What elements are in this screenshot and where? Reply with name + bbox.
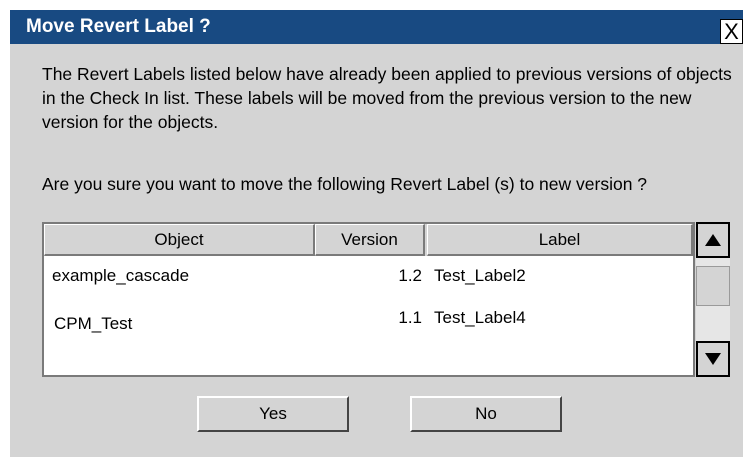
scroll-thumb[interactable] <box>696 266 730 306</box>
cell-object: CPM_Test <box>54 314 133 333</box>
move-revert-label-dialog: Move Revert Label ? X The Revert Labels … <box>10 10 743 457</box>
cell-version: 1.1 <box>398 308 422 327</box>
table-row[interactable]: CPM_Test 1.1 Test_Label4 <box>44 304 693 333</box>
revert-label-table: Object Version Label example_cascade 1.2… <box>42 222 695 377</box>
arrow-up-icon <box>705 234 721 246</box>
dialog-title: Move Revert Label ? <box>26 16 211 37</box>
cell-object: example_cascade <box>52 266 190 285</box>
scroll-down-button[interactable] <box>696 341 730 377</box>
question-text: Are you sure you want to move the follow… <box>42 174 648 194</box>
no-button[interactable]: No <box>410 396 562 432</box>
arrow-down-icon <box>705 353 721 365</box>
column-header-label[interactable]: Label <box>427 224 693 256</box>
scroll-up-button[interactable] <box>696 222 730 258</box>
vertical-scrollbar[interactable] <box>696 222 730 377</box>
yes-button[interactable]: Yes <box>197 396 349 432</box>
close-icon: X <box>724 18 739 44</box>
cell-version: 1.2 <box>398 266 422 285</box>
title-bar[interactable]: Move Revert Label ? <box>10 10 743 44</box>
message-text: The Revert Labels listed below have alre… <box>42 64 732 132</box>
column-header-object[interactable]: Object <box>44 224 315 256</box>
column-header-version[interactable]: Version <box>315 224 425 256</box>
table-header: Object Version Label <box>44 224 693 256</box>
close-button[interactable]: X <box>720 19 743 44</box>
cell-label: Test_Label4 <box>434 308 526 327</box>
cell-label: Test_Label2 <box>434 266 526 285</box>
table-row[interactable]: example_cascade 1.2 Test_Label2 <box>44 262 693 290</box>
